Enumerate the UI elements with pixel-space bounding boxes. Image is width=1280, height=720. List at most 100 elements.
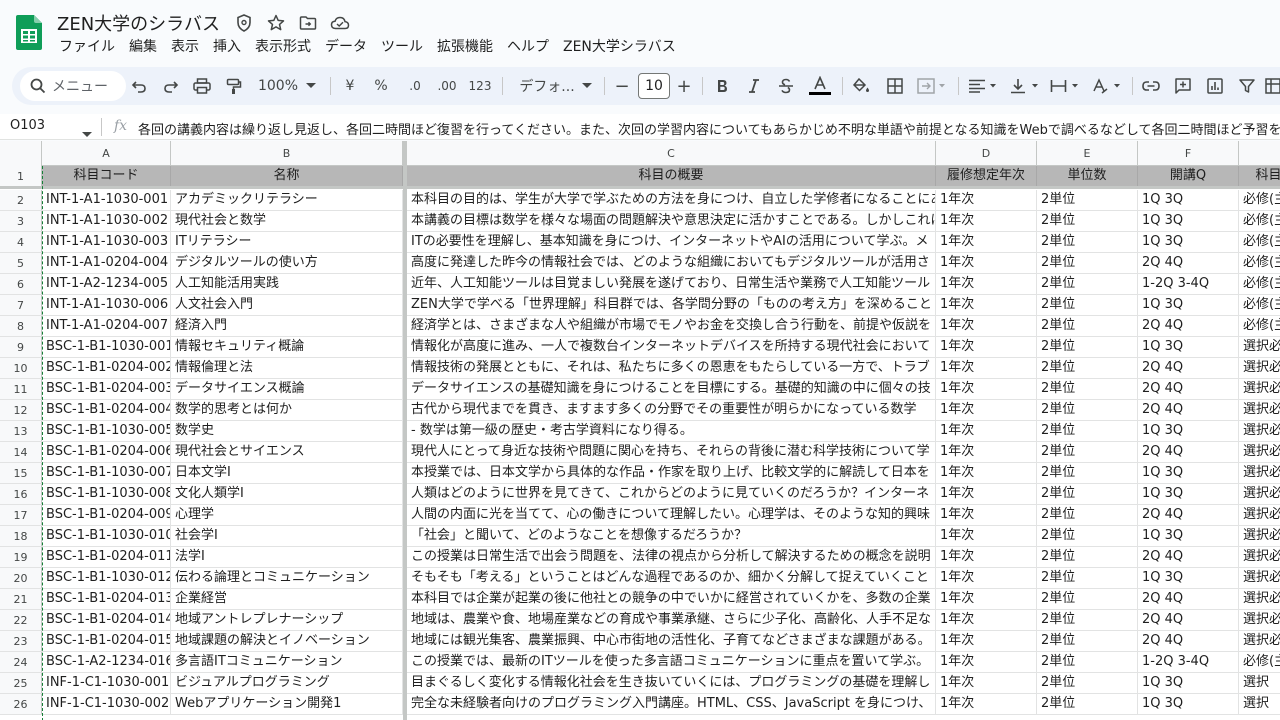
- text-rotation-icon[interactable]: [1090, 67, 1124, 105]
- cell-credits[interactable]: 2単位: [1037, 694, 1138, 714]
- cell-quarter[interactable]: 1Q 3Q: [1138, 484, 1239, 504]
- cell-credits[interactable]: 2単位: [1037, 358, 1138, 378]
- cell-name[interactable]: デジタルツールの使い方: [171, 253, 403, 273]
- cell-category[interactable]: 選択必: [1239, 421, 1280, 441]
- cell-code[interactable]: BSC-1-B1-0204-013: [42, 589, 171, 609]
- row-number[interactable]: 15: [0, 463, 42, 483]
- cell-name[interactable]: 伝わる論理とコミュニケーション: [171, 568, 403, 588]
- cell-name[interactable]: ビジュアルプログラミング: [171, 673, 403, 693]
- cell-name[interactable]: 日本文学Ⅰ: [171, 463, 403, 483]
- row-freeze-divider[interactable]: [0, 186, 1280, 189]
- menu-zen-syllabus[interactable]: ZEN大学シラバス: [556, 37, 683, 57]
- cell-category[interactable]: 必修(主: [1239, 652, 1280, 672]
- row-number[interactable]: 18: [0, 526, 42, 546]
- menu-data[interactable]: データ: [318, 37, 374, 57]
- currency-format-button[interactable]: ¥: [342, 67, 358, 105]
- cell-summary[interactable]: 本授業では、日本文学から具体的な作品・作家を取り上げ、比較文学的に解読して日本を: [407, 463, 936, 483]
- cell-summary[interactable]: 情報技術の発展とともに、それは、私たちに多くの恩恵をもたらしている一方で、トラブ: [407, 358, 936, 378]
- cell-code[interactable]: BSC-1-A2-1234-016: [42, 652, 171, 672]
- decrease-font-size-button[interactable]: −: [614, 67, 630, 105]
- cell-name[interactable]: 地域課題の解決とイノベーション: [171, 631, 403, 651]
- cell-category[interactable]: 選択必: [1239, 505, 1280, 525]
- cell-code[interactable]: INF-1-C1-1030-002: [42, 694, 171, 714]
- paint-format-icon[interactable]: [223, 67, 245, 105]
- row-number[interactable]: 10: [0, 358, 42, 378]
- star-icon[interactable]: [266, 13, 286, 33]
- name-box[interactable]: O103: [10, 118, 45, 133]
- cell-credits[interactable]: 2単位: [1037, 337, 1138, 357]
- formula-input[interactable]: 各回の講義内容は繰り返し見返し、各回二時間ほど復習を行ってください。また、次回の…: [138, 119, 1280, 138]
- cell-quarter[interactable]: 1Q 3Q: [1138, 190, 1239, 210]
- cell-name[interactable]: 現代社会と数学: [171, 211, 403, 231]
- cell-category[interactable]: 選択必: [1239, 358, 1280, 378]
- row-number[interactable]: 11: [0, 379, 42, 399]
- cell-credits[interactable]: 2単位: [1037, 463, 1138, 483]
- cell-quarter[interactable]: 1Q 3Q: [1138, 526, 1239, 546]
- cell-code[interactable]: INT-1-A1-1030-002: [42, 211, 171, 231]
- row-number[interactable]: 22: [0, 610, 42, 630]
- select-all-corner[interactable]: [0, 141, 42, 166]
- row-number[interactable]: 25: [0, 673, 42, 693]
- row-number[interactable]: 9: [0, 337, 42, 357]
- cell-name[interactable]: 多言語ITコミュニケーション: [171, 652, 403, 672]
- merge-cells-icon[interactable]: [914, 67, 950, 105]
- redo-icon[interactable]: [160, 67, 182, 105]
- cell-code[interactable]: INT-1-A1-1030-006: [42, 295, 171, 315]
- cell-quarter[interactable]: 1Q 3Q: [1138, 568, 1239, 588]
- document-title[interactable]: ZEN大学のシラバス: [57, 10, 220, 36]
- cell-year[interactable]: 1年次: [936, 631, 1037, 651]
- cell-credits[interactable]: 2単位: [1037, 610, 1138, 630]
- percent-format-button[interactable]: %: [372, 67, 390, 105]
- insert-chart-icon[interactable]: [1204, 67, 1226, 105]
- cell-summary[interactable]: 本科目では企業が起業の後に他社との競争の中でいかに経営されていくかを、多数の企業: [407, 589, 936, 609]
- column-header-a[interactable]: A: [42, 141, 171, 166]
- cell-summary[interactable]: 近年、人工知能ツールは目覚ましい発展を遂げており、日常生活や業務で人工知能ツール: [407, 274, 936, 294]
- cell-category[interactable]: 選択: [1239, 673, 1280, 693]
- cell-year[interactable]: 1年次: [936, 526, 1037, 546]
- column-header-d[interactable]: D: [936, 141, 1037, 166]
- cell-category[interactable]: 選択必: [1239, 526, 1280, 546]
- cell-category[interactable]: 選択必: [1239, 337, 1280, 357]
- cell-code[interactable]: INT-1-A1-0204-004: [42, 253, 171, 273]
- cell-code[interactable]: BSC-1-B1-1030-007: [42, 463, 171, 483]
- cell-quarter[interactable]: 2Q 4Q: [1138, 253, 1239, 273]
- cell-quarter[interactable]: 1Q 3Q: [1138, 232, 1239, 252]
- cell-category[interactable]: 選択必: [1239, 484, 1280, 504]
- cell-credits[interactable]: 2単位: [1037, 547, 1138, 567]
- chevron-down-icon[interactable]: [304, 67, 318, 105]
- cell-credits[interactable]: 2単位: [1037, 589, 1138, 609]
- cell-credits[interactable]: 2単位: [1037, 211, 1138, 231]
- column-header-g[interactable]: [1239, 141, 1280, 166]
- cell-code[interactable]: BSC-1-B1-0204-014: [42, 610, 171, 630]
- cell-year[interactable]: 1年次: [936, 484, 1037, 504]
- cell-code[interactable]: BSC-1-B1-0204-009: [42, 505, 171, 525]
- row-number[interactable]: 4: [0, 232, 42, 252]
- cell-credits[interactable]: 2単位: [1037, 526, 1138, 546]
- cell-code[interactable]: BSC-1-B1-0204-011: [42, 547, 171, 567]
- row-number[interactable]: 12: [0, 400, 42, 420]
- cell-credits[interactable]: 2単位: [1037, 400, 1138, 420]
- cell-summary[interactable]: 人間の内面に光を当てて、心の働きについて理解したい。心理学は、そのような知的興味: [407, 505, 936, 525]
- cell-quarter[interactable]: 1Q 3Q: [1138, 421, 1239, 441]
- italic-icon[interactable]: [744, 67, 764, 105]
- cell-year[interactable]: 1年次: [936, 568, 1037, 588]
- cell-credits[interactable]: 2単位: [1037, 253, 1138, 273]
- bold-icon[interactable]: [712, 67, 732, 105]
- cell-category[interactable]: 必修(主: [1239, 316, 1280, 336]
- cell-category[interactable]: 必修(主: [1239, 253, 1280, 273]
- shield-icon[interactable]: [234, 13, 254, 33]
- cell-quarter[interactable]: 1Q 3Q: [1138, 295, 1239, 315]
- print-icon[interactable]: [191, 67, 213, 105]
- cell-quarter[interactable]: 2Q 4Q: [1138, 547, 1239, 567]
- cell-quarter[interactable]: 2Q 4Q: [1138, 589, 1239, 609]
- cell-code[interactable]: BSC-1-B1-1030-012: [42, 568, 171, 588]
- cell-summary[interactable]: 本講義の目標は数学を様々な場面の問題解決や意思決定に活かすことである。しかしこれ…: [407, 211, 936, 231]
- cell-name[interactable]: 心理学: [171, 505, 403, 525]
- cell-summary[interactable]: この授業では、最新のITツールを使った多言語コミュニケーションに重点を置いて学ぶ…: [407, 652, 936, 672]
- row-number[interactable]: 2: [0, 190, 42, 210]
- row-number[interactable]: 23: [0, 631, 42, 651]
- cell-year[interactable]: 1年次: [936, 358, 1037, 378]
- cell-name[interactable]: 地域アントレプレナーシップ: [171, 610, 403, 630]
- cell-name[interactable]: 数学史: [171, 421, 403, 441]
- cell-year[interactable]: 1年次: [936, 421, 1037, 441]
